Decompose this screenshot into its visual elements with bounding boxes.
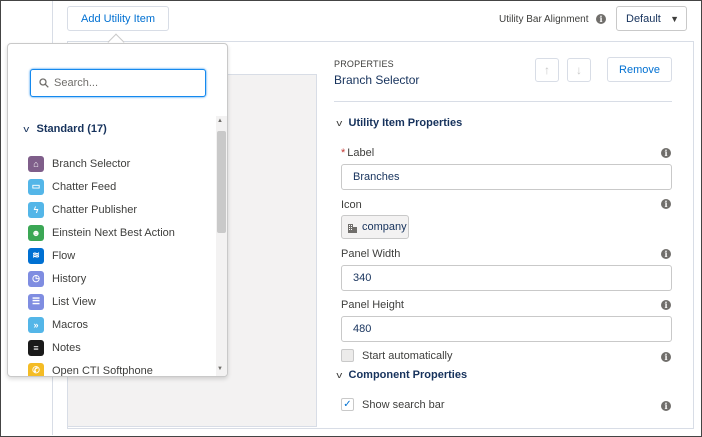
list-item[interactable]: ≋ Flow xyxy=(28,244,213,267)
list-view-icon: ☰ xyxy=(28,293,44,310)
checkbox-checked[interactable]: ✓ xyxy=(341,398,354,411)
remove-button[interactable]: Remove xyxy=(607,57,672,82)
list-item[interactable]: ✆ Open CTI Softphone xyxy=(28,359,213,376)
panel-height-label: Panel Height xyxy=(341,299,404,311)
list-item[interactable]: » Macros xyxy=(28,313,213,336)
list-item[interactable]: ⌂ Branch Selector xyxy=(28,152,213,175)
chevron-down-icon: v xyxy=(23,124,30,134)
checkbox[interactable] xyxy=(341,349,354,362)
selected-item-name: Branch Selector xyxy=(334,73,420,87)
start-automatically-checkbox[interactable]: Start automatically xyxy=(341,349,452,362)
checkbox-label: Show search bar xyxy=(362,398,445,411)
label-input[interactable]: Branches xyxy=(341,164,672,190)
info-icon[interactable]: i xyxy=(661,199,671,209)
section-title: Component Properties xyxy=(348,369,468,381)
arrow-up-icon: ↑ xyxy=(544,63,550,77)
picker-list: ⌂ Branch Selector ▭ Chatter Feed ϟ Chatter … xyxy=(28,152,213,376)
list-item[interactable]: ▭ Chatter Feed xyxy=(28,175,213,198)
info-icon[interactable]: i xyxy=(661,300,671,310)
einstein-icon: ☻ xyxy=(28,224,44,241)
section-title: Utility Item Properties xyxy=(348,117,463,129)
scrollbar-thumb[interactable] xyxy=(217,131,226,233)
info-icon[interactable]: i xyxy=(661,249,671,259)
info-icon[interactable]: i xyxy=(596,14,606,24)
panel-width-label: Panel Width xyxy=(341,248,401,260)
icon-picker-button[interactable]: company xyxy=(341,215,409,239)
label-field-label: * Label xyxy=(341,147,375,159)
add-utility-item-button[interactable]: Add Utility Item xyxy=(67,6,169,31)
alignment-select[interactable]: Default ▼ xyxy=(616,6,687,31)
list-item[interactable]: ☻ Einstein Next Best Action xyxy=(28,221,213,244)
list-item[interactable]: ☰ List View xyxy=(28,290,213,313)
alignment-label: Utility Bar Alignment xyxy=(499,14,589,25)
list-item[interactable]: ≡ Notes xyxy=(28,336,213,359)
show-search-bar-checkbox[interactable]: ✓ Show search bar xyxy=(341,398,445,411)
chatter-feed-icon: ▭ xyxy=(28,178,44,195)
section-utility-item-properties[interactable]: v Utility Item Properties xyxy=(336,117,463,129)
chevron-down-icon: ▼ xyxy=(670,14,679,24)
search-input[interactable]: Search... xyxy=(30,69,206,97)
scroll-up-icon[interactable]: ▲ xyxy=(217,118,223,124)
search-icon xyxy=(39,78,49,88)
info-icon[interactable]: i xyxy=(661,401,671,411)
properties-heading: PROPERTIES xyxy=(334,59,394,69)
list-item[interactable]: ϟ Chatter Publisher xyxy=(28,198,213,221)
utility-item-picker-popover: Search... v Standard (17) ⌂ Branch Select… xyxy=(7,43,228,377)
checkbox-label: Start automatically xyxy=(362,349,453,362)
icon-field-label: Icon xyxy=(341,199,362,211)
chatter-publisher-icon: ϟ xyxy=(28,201,44,218)
info-icon[interactable]: i xyxy=(661,352,671,362)
divider xyxy=(334,101,672,102)
chevron-down-icon: v xyxy=(336,370,343,380)
section-component-properties[interactable]: v Component Properties xyxy=(336,369,468,381)
move-down-button[interactable]: ↓ xyxy=(567,58,591,82)
arrow-down-icon: ↓ xyxy=(576,63,582,77)
list-item[interactable]: ◷ History xyxy=(28,267,213,290)
history-icon: ◷ xyxy=(28,270,44,287)
flow-icon: ≋ xyxy=(28,247,44,264)
info-icon[interactable]: i xyxy=(661,148,671,158)
building-icon xyxy=(348,223,357,233)
move-up-button[interactable]: ↑ xyxy=(535,58,559,82)
chevron-down-icon: v xyxy=(336,118,343,128)
macros-icon: » xyxy=(28,316,44,333)
search-placeholder: Search... xyxy=(54,77,99,89)
panel-height-input[interactable]: 480 xyxy=(341,316,672,342)
notes-icon: ≡ xyxy=(28,339,44,356)
icon-value: company xyxy=(362,221,407,233)
alignment-value: Default xyxy=(626,12,661,25)
scroll-down-icon[interactable]: ▼ xyxy=(217,366,223,372)
softphone-icon: ✆ xyxy=(28,362,44,376)
panel-width-input[interactable]: 340 xyxy=(341,265,672,291)
branch-selector-icon: ⌂ xyxy=(28,155,44,172)
group-label: Standard (17) xyxy=(36,123,107,135)
group-header-standard[interactable]: v Standard (17) xyxy=(23,123,107,135)
